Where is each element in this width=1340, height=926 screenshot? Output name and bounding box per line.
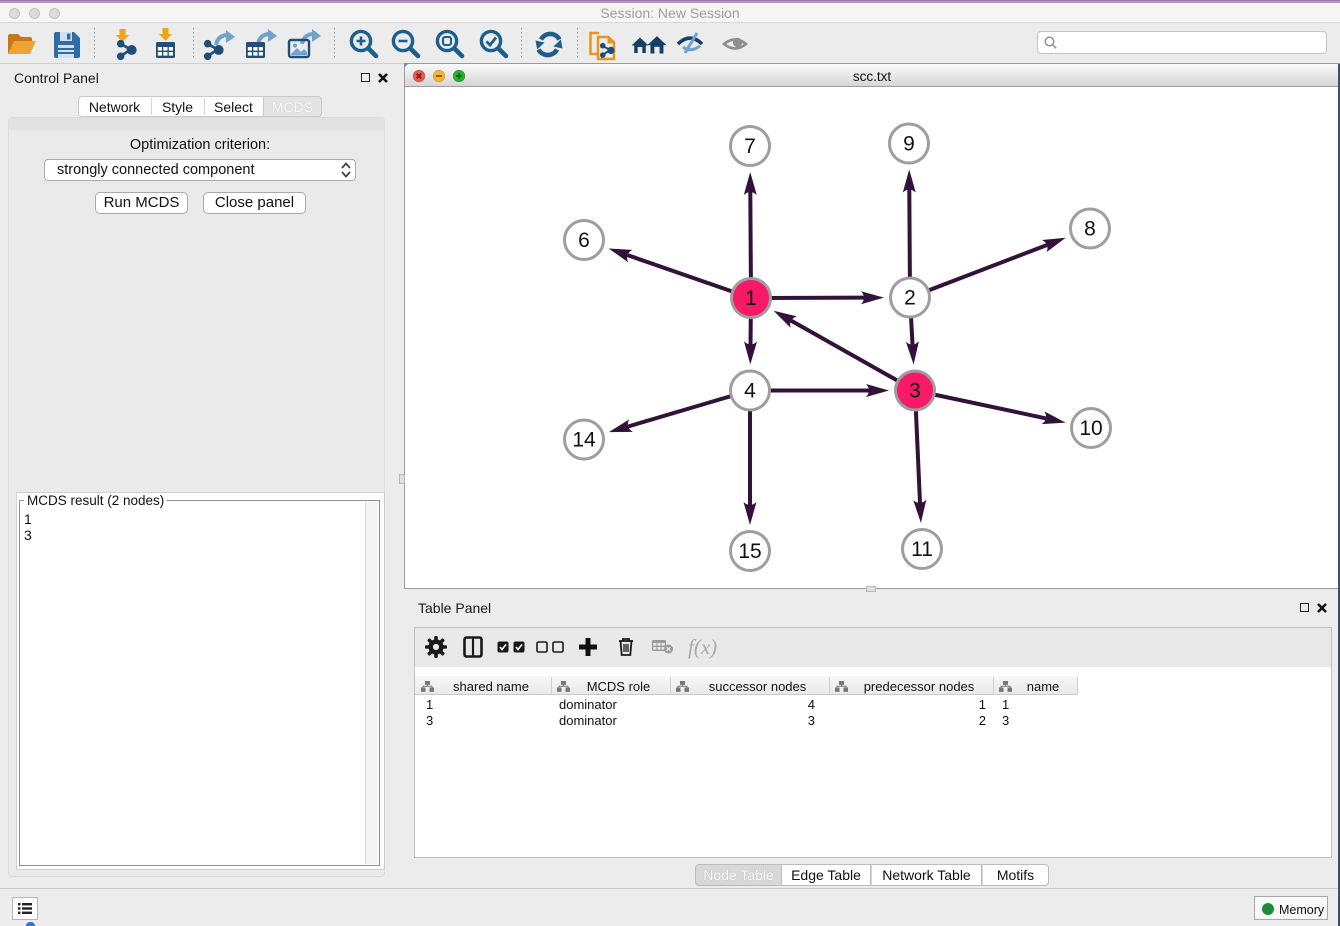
svg-text:11: 11 [911, 538, 933, 561]
svg-text:3: 3 [909, 380, 921, 403]
svg-text:7: 7 [744, 135, 756, 158]
svg-text:1: 1 [745, 287, 757, 310]
svg-text:9: 9 [903, 133, 915, 156]
svg-text:8: 8 [1084, 218, 1096, 241]
svg-text:14: 14 [572, 429, 596, 452]
svg-text:10: 10 [1079, 417, 1102, 440]
svg-text:6: 6 [578, 229, 590, 252]
svg-text:4: 4 [744, 380, 756, 403]
svg-text:2: 2 [904, 287, 916, 310]
svg-text:15: 15 [738, 540, 761, 563]
